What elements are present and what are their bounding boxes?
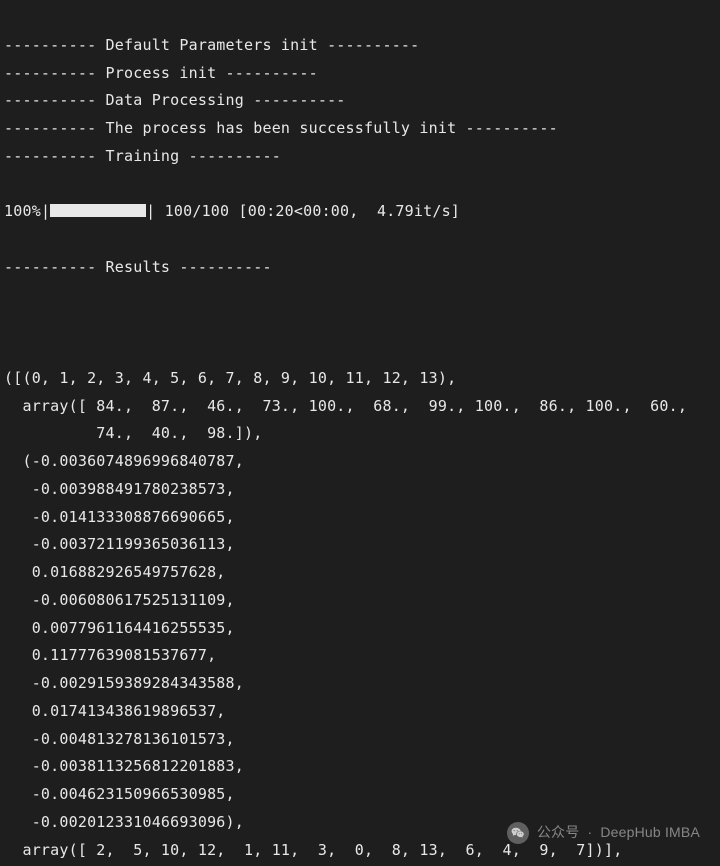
result-array2: array([ 2, 5, 10, 12, 1, 11, 3, 0, 8, 13…	[4, 841, 622, 859]
progress-percent: 100%	[4, 202, 41, 220]
result-coef: -0.014133308876690665,	[4, 508, 235, 526]
result-coef: -0.003721199365036113,	[4, 535, 235, 553]
log-line: ---------- Data Processing ----------	[4, 91, 346, 109]
results-header: ---------- Results ----------	[4, 258, 272, 276]
result-coef: 0.11777639081537677,	[4, 646, 216, 664]
result-coef: -0.002012331046693096),	[4, 813, 244, 831]
result-coef: -0.004623150966530985,	[4, 785, 235, 803]
log-line: ---------- Training ----------	[4, 147, 281, 165]
terminal-output: ---------- Default Parameters init -----…	[0, 0, 720, 866]
result-coef: 0.016882926549757628,	[4, 563, 226, 581]
result-coef: 0.0077961164416255535,	[4, 619, 235, 637]
result-coef: -0.0029159389284343588,	[4, 674, 244, 692]
result-coef: -0.004813278136101573,	[4, 730, 235, 748]
result-indices: ([(0, 1, 2, 3, 4, 5, 6, 7, 8, 9, 10, 11,…	[4, 369, 456, 387]
progress-timing: [00:20<00:00, 4.79it/s]	[239, 202, 461, 220]
result-coef: -0.003988491780238573,	[4, 480, 235, 498]
result-array1: array([ 84., 87., 46., 73., 100., 68., 9…	[4, 397, 687, 415]
result-coef: (-0.0036074896996840787,	[4, 452, 244, 470]
log-line: ---------- Process init ----------	[4, 64, 318, 82]
result-coef: -0.0038113256812201883,	[4, 757, 244, 775]
log-line: ---------- Default Parameters init -----…	[4, 36, 419, 54]
result-coef: -0.006080617525131109,	[4, 591, 235, 609]
log-line: ---------- The process has been successf…	[4, 119, 558, 137]
result-coef: 0.017413438619896537,	[4, 702, 226, 720]
progress-bar	[50, 204, 146, 217]
progress-counter: 100/100	[165, 202, 230, 220]
result-array1: 74., 40., 98.]),	[4, 424, 262, 442]
